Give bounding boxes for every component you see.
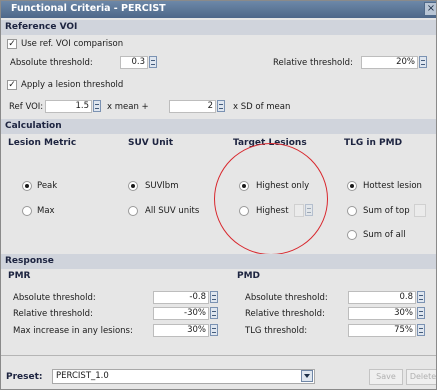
ref-absolute-threshold-label: Absolute threshold: <box>10 58 93 68</box>
mean-suffix-label: x mean + <box>107 102 149 112</box>
use-ref-voi-checkbox[interactable]: ✓ <box>7 39 17 49</box>
lesion-metric-peak-label: Peak <box>37 181 58 191</box>
pmr-max-increase-spinner[interactable] <box>210 324 218 336</box>
pmd-tlg-threshold-spinner[interactable] <box>417 324 425 336</box>
ref-voi-label: Ref VOI: <box>9 102 44 112</box>
pmr-title: PMR <box>8 271 31 281</box>
ref-voi-mean-input[interactable]: 1.5 <box>45 100 92 113</box>
ref-absolute-threshold-spinner[interactable] <box>149 56 157 68</box>
save-button[interactable]: Save <box>369 369 403 385</box>
suv-unit-suvlbm-radio[interactable] <box>128 181 138 191</box>
pmr-relative-threshold-input[interactable]: -30% <box>153 307 209 320</box>
pmd-tlg-threshold-label: TLG threshold: <box>245 326 308 336</box>
sd-suffix-label: x SD of mean <box>233 102 291 112</box>
apply-lesion-threshold-label: Apply a lesion threshold <box>21 80 124 90</box>
tlg-sum-of-all-radio[interactable] <box>347 230 357 240</box>
pmr-max-increase-label: Max increase in any lesions: <box>13 326 133 336</box>
ref-relative-threshold-input[interactable]: 20% <box>361 56 418 69</box>
reference-voi-header: Reference VOI <box>1 20 436 35</box>
preset-value: PERCIST_1.0 <box>56 371 109 381</box>
lesion-metric-title: Lesion Metric <box>8 138 77 148</box>
pmd-relative-threshold-input[interactable]: 30% <box>348 307 416 320</box>
suv-unit-all-radio[interactable] <box>128 206 138 216</box>
tlg-sum-of-top-input[interactable] <box>414 204 426 217</box>
preset-dropdown-button[interactable] <box>301 370 313 382</box>
tlg-hottest-lesion-label: Hottest lesion <box>363 181 422 191</box>
pmr-relative-threshold-spinner[interactable] <box>210 307 218 319</box>
ref-voi-sd-spinner[interactable] <box>217 100 225 112</box>
ref-voi-mean-spinner[interactable] <box>93 100 101 112</box>
functional-criteria-window: Functional Criteria - PERCIST × Referenc… <box>0 0 437 390</box>
pmr-absolute-threshold-spinner[interactable] <box>210 291 218 303</box>
pmd-absolute-threshold-input[interactable]: 0.8 <box>348 291 416 304</box>
window-title-bar[interactable]: Functional Criteria - PERCIST <box>1 1 436 18</box>
tlg-sum-of-all-label: Sum of all <box>363 230 406 240</box>
pmd-relative-threshold-spinner[interactable] <box>417 307 425 319</box>
apply-lesion-threshold-checkbox[interactable]: ✓ <box>7 80 17 90</box>
tlg-sum-of-top-label: Sum of top <box>363 206 410 216</box>
pmr-relative-threshold-label: Relative threshold: <box>13 309 93 319</box>
footer-divider <box>1 355 436 356</box>
pmr-absolute-threshold-label: Absolute threshold: <box>13 293 96 303</box>
pmr-absolute-threshold-input[interactable]: -0.8 <box>153 291 209 304</box>
lesion-metric-max-radio[interactable] <box>22 206 32 216</box>
calculation-header: Calculation <box>1 119 436 134</box>
ref-relative-threshold-spinner[interactable] <box>419 56 427 68</box>
pmr-max-increase-input[interactable]: 30% <box>153 324 209 337</box>
pmd-absolute-threshold-spinner[interactable] <box>417 291 425 303</box>
lesion-metric-peak-radio[interactable] <box>22 181 32 191</box>
ref-absolute-threshold-input[interactable]: 0.3 <box>120 56 148 69</box>
ref-voi-sd-input[interactable]: 2 <box>169 100 216 113</box>
lesion-metric-max-label: Max <box>37 206 55 216</box>
pmd-tlg-threshold-input[interactable]: 75% <box>348 324 416 337</box>
ref-relative-threshold-label: Relative threshold: <box>273 58 353 68</box>
pmd-relative-threshold-label: Relative threshold: <box>245 309 325 319</box>
pmd-title: PMD <box>237 271 261 281</box>
response-header: Response <box>1 254 436 269</box>
delete-button[interactable]: Delete <box>406 369 436 385</box>
preset-label: Preset: <box>6 372 43 382</box>
suv-unit-title: SUV Unit <box>128 138 173 148</box>
close-button[interactable]: × <box>424 2 436 16</box>
annotation-circle <box>214 143 328 255</box>
suv-unit-all-label: All SUV units <box>145 206 200 216</box>
use-ref-voi-label: Use ref. VOI comparison <box>21 39 124 49</box>
pmd-absolute-threshold-label: Absolute threshold: <box>245 293 328 303</box>
tlg-in-pmd-title: TLG in PMD <box>344 138 403 148</box>
window-title: Functional Criteria - PERCIST <box>11 3 166 14</box>
tlg-hottest-lesion-radio[interactable] <box>347 181 357 191</box>
suv-unit-suvlbm-label: SUVlbm <box>145 181 179 191</box>
tlg-sum-of-top-radio[interactable] <box>347 206 357 216</box>
preset-select[interactable]: PERCIST_1.0 <box>52 369 315 384</box>
